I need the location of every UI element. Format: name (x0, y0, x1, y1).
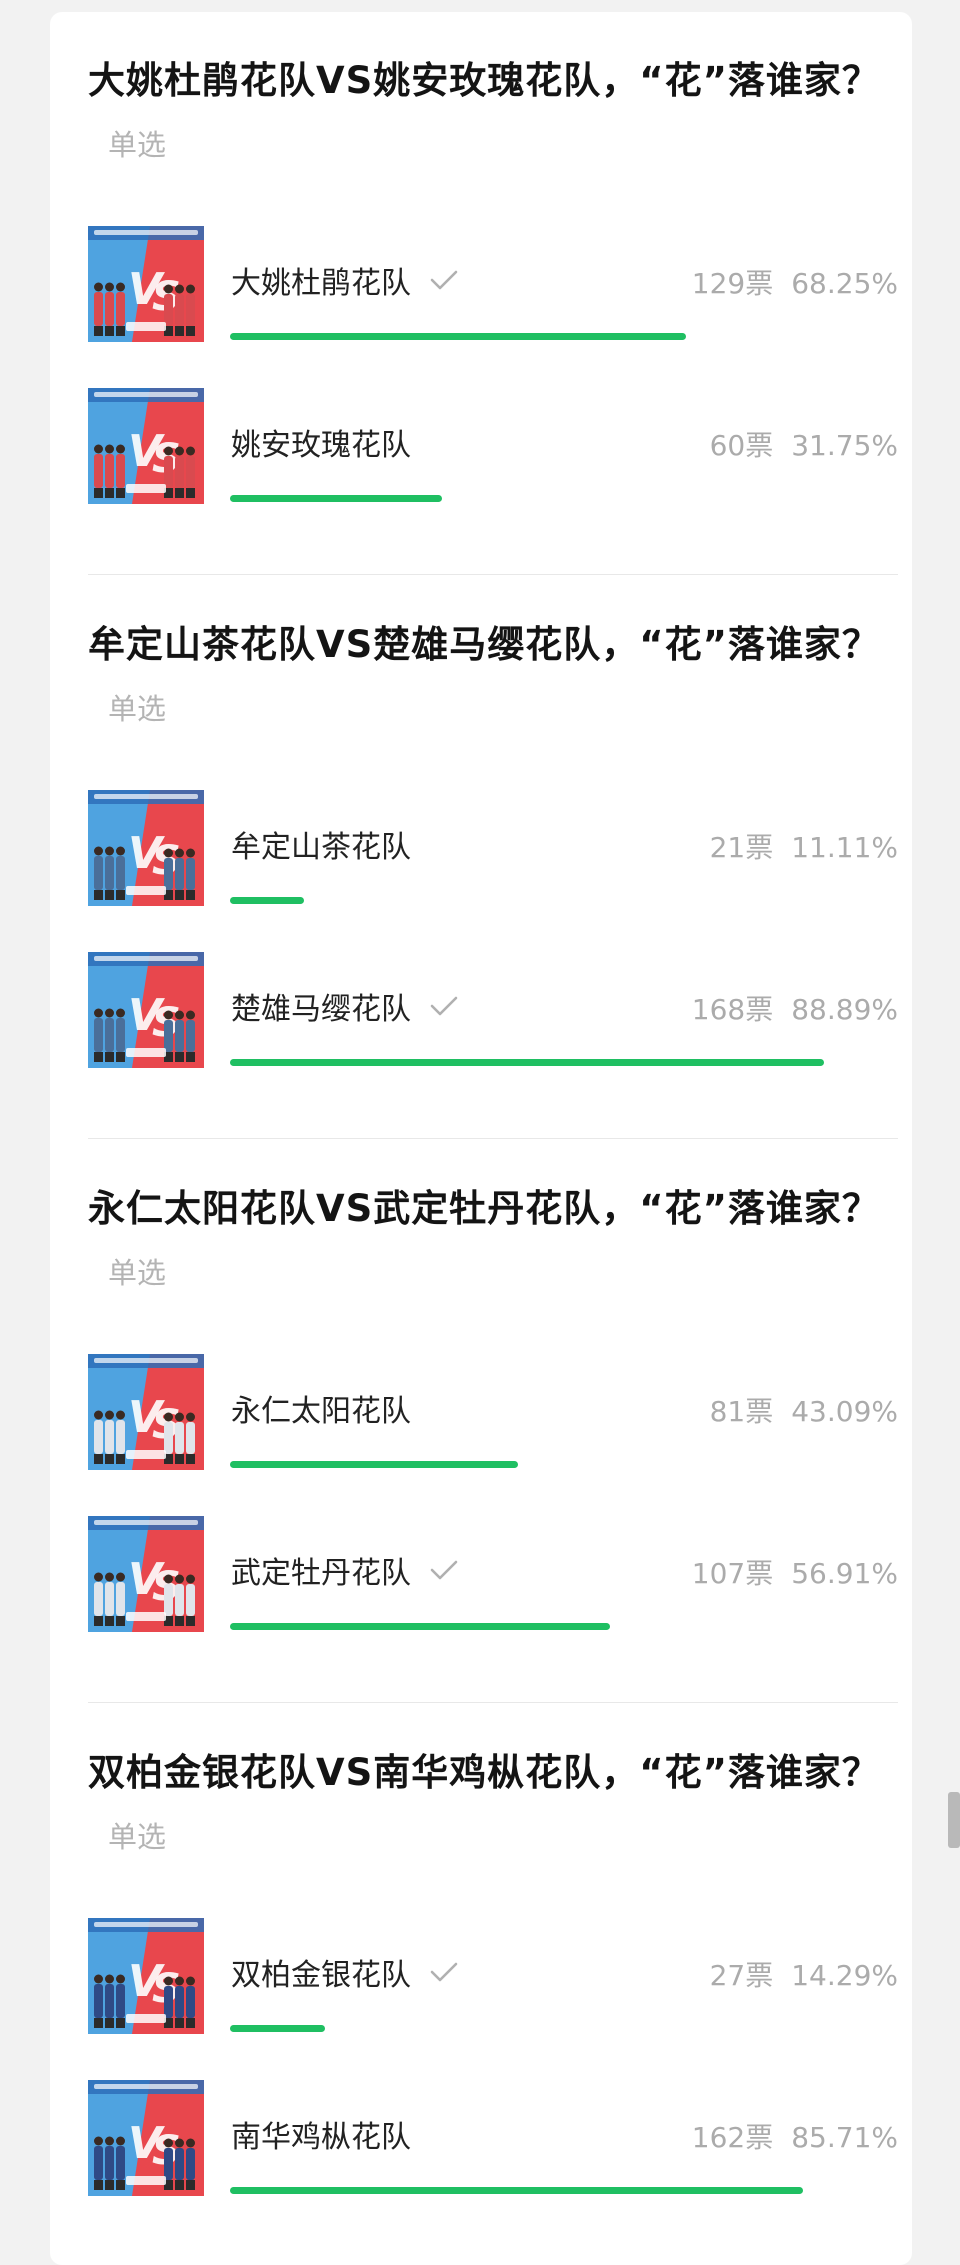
option-label: 大姚杜鹃花队 (231, 264, 459, 305)
check-icon (429, 988, 459, 1028)
vote-count: 60票 (709, 429, 774, 462)
poll-divider (88, 1702, 898, 1703)
option-stats: 107票 56.91% (692, 1554, 898, 1594)
option-name: 大姚杜鹃花队 (231, 266, 411, 301)
vote-bar (230, 1059, 824, 1066)
poll-option[interactable]: VS 楚雄马缨花队 168票 88.89% (88, 952, 898, 1072)
option-stats: 168票 88.89% (692, 990, 898, 1030)
poll-type-badge: 单选 (108, 1820, 167, 1854)
vote-bar (230, 495, 442, 502)
option-name: 武定牡丹花队 (231, 1556, 411, 1591)
option-stats: 60票 31.75% (710, 426, 898, 466)
option-stats: 162票 85.71% (692, 2118, 898, 2158)
vote-count: 168票 (691, 993, 774, 1026)
vote-percent: 11.11% (791, 831, 898, 864)
vote-bar (230, 897, 304, 904)
vs-thumbnail: VS (88, 388, 204, 504)
vs-thumbnail: VS (88, 1516, 204, 1632)
poll-option[interactable]: VS 姚安玫瑰花队 60票 31.75% (88, 388, 898, 508)
option-label: 牟定山茶花队 (231, 828, 411, 868)
poll-divider (88, 1138, 898, 1139)
option-name: 双柏金银花队 (231, 1958, 411, 1993)
poll-question: 永仁太阳花队VS武定牡丹花队，“花”落谁家？ 单选 (88, 1178, 898, 1304)
poll-type-badge: 单选 (108, 1256, 167, 1290)
vote-bar (230, 1623, 610, 1630)
poll-divider (88, 574, 898, 575)
vote-count: 107票 (691, 1557, 774, 1590)
option-name: 永仁太阳花队 (231, 1394, 411, 1429)
poll-option[interactable]: VS 南华鸡枞花队 162票 85.71% (88, 2080, 898, 2200)
vs-thumbnail: VS (88, 1918, 204, 2034)
option-stats: 129票 68.25% (692, 264, 898, 304)
vote-count: 27票 (709, 1959, 774, 1992)
vote-percent: 68.25% (791, 267, 898, 300)
option-name: 楚雄马缨花队 (231, 992, 411, 1027)
poll-option[interactable]: VS 牟定山茶花队 21票 11.11% (88, 790, 898, 910)
vote-count: 129票 (691, 267, 774, 300)
vote-count: 162票 (691, 2121, 774, 2154)
option-label: 永仁太阳花队 (231, 1392, 411, 1432)
check-icon (429, 1954, 459, 1994)
option-stats: 81票 43.09% (710, 1392, 898, 1432)
poll-option[interactable]: VS 大姚杜鹃花队 129票 68.25% (88, 226, 898, 346)
vote-percent: 31.75% (791, 429, 898, 462)
poll-question: 双柏金银花队VS南华鸡枞花队，“花”落谁家？ 单选 (88, 1742, 898, 1868)
vote-percent: 88.89% (791, 993, 898, 1026)
poll-question: 大姚杜鹃花队VS姚安玫瑰花队，“花”落谁家？ 单选 (88, 50, 898, 176)
vote-percent: 85.71% (791, 2121, 898, 2154)
option-stats: 27票 14.29% (710, 1956, 898, 1996)
option-name: 南华鸡枞花队 (231, 2120, 411, 2155)
vote-bar (230, 2025, 325, 2032)
vote-bar (230, 1461, 518, 1468)
poll-option[interactable]: VS 永仁太阳花队 81票 43.09% (88, 1354, 898, 1474)
vote-bar (230, 333, 686, 340)
option-name: 姚安玫瑰花队 (231, 428, 411, 463)
option-label: 楚雄马缨花队 (231, 990, 459, 1031)
vote-percent: 43.09% (791, 1395, 898, 1428)
option-label: 武定牡丹花队 (231, 1554, 459, 1595)
vs-thumbnail: VS (88, 790, 204, 906)
vote-percent: 14.29% (791, 1959, 898, 1992)
vs-thumbnail: VS (88, 226, 204, 342)
poll-option[interactable]: VS 双柏金银花队 27票 14.29% (88, 1918, 898, 2038)
vote-count: 21票 (709, 831, 774, 864)
poll-question: 牟定山茶花队VS楚雄马缨花队，“花”落谁家？ 单选 (88, 614, 898, 740)
check-icon (429, 1552, 459, 1592)
vote-percent: 56.91% (791, 1557, 898, 1590)
vs-thumbnail: VS (88, 2080, 204, 2196)
check-icon (429, 262, 459, 302)
poll-question-text: 双柏金银花队VS南华鸡枞花队，“花”落谁家？ (88, 1751, 880, 1794)
option-label: 姚安玫瑰花队 (231, 426, 411, 466)
option-label: 南华鸡枞花队 (231, 2118, 411, 2158)
vote-count: 81票 (709, 1395, 774, 1428)
poll-card: 大姚杜鹃花队VS姚安玫瑰花队，“花”落谁家？ 单选 VS 大姚杜鹃花队 129票 6… (50, 12, 912, 2265)
vs-thumbnail: VS (88, 952, 204, 1068)
poll-type-badge: 单选 (108, 692, 167, 726)
vs-thumbnail: VS (88, 1354, 204, 1470)
scrollbar-thumb[interactable] (948, 1792, 960, 1848)
poll-option[interactable]: VS 武定牡丹花队 107票 56.91% (88, 1516, 898, 1636)
option-name: 牟定山茶花队 (231, 830, 411, 865)
poll-question-text: 大姚杜鹃花队VS姚安玫瑰花队，“花”落谁家？ (88, 59, 880, 102)
poll-question-text: 永仁太阳花队VS武定牡丹花队，“花”落谁家？ (88, 1187, 880, 1230)
poll-question-text: 牟定山茶花队VS楚雄马缨花队，“花”落谁家？ (88, 623, 880, 666)
poll-type-badge: 单选 (108, 128, 167, 162)
option-stats: 21票 11.11% (710, 828, 898, 868)
option-label: 双柏金银花队 (231, 1956, 459, 1997)
vote-bar (230, 2187, 803, 2194)
